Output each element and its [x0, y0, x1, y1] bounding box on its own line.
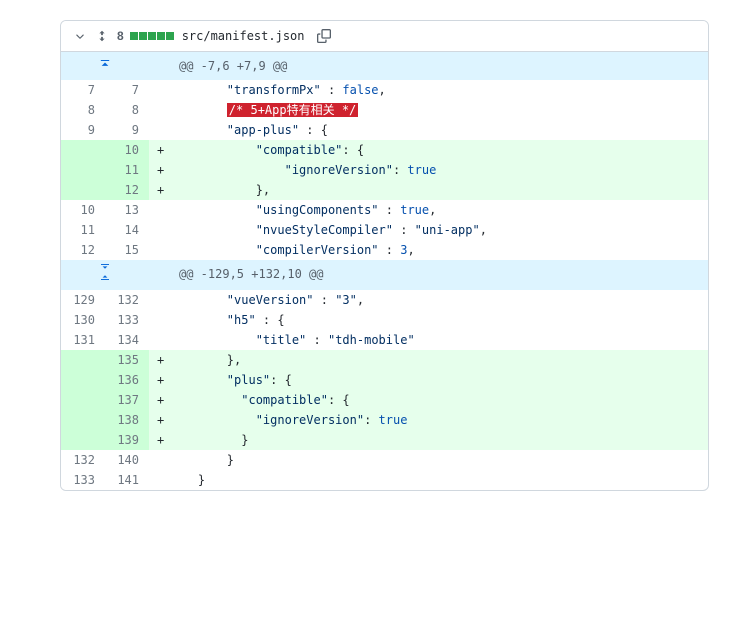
- diff-file: 8 src/manifest.json @@ -7,6 +7,9 @@ 77: [60, 20, 709, 491]
- diff-line: 77 "transformPx" : false,: [61, 80, 708, 100]
- copy-path-button[interactable]: [317, 29, 331, 43]
- hunk-header: @@ -7,6 +7,9 @@: [61, 52, 708, 80]
- diff-line: 132140 }: [61, 450, 708, 470]
- diff-line-add: 135+ },: [61, 350, 708, 370]
- collapse-toggle[interactable]: [73, 29, 87, 43]
- hunk-text: @@ -7,6 +7,9 @@: [169, 52, 708, 80]
- diff-line-add: 12+ },: [61, 180, 708, 200]
- file-path[interactable]: src/manifest.json: [182, 29, 305, 43]
- diff-line: 99 "app-plus" : {: [61, 120, 708, 140]
- diffstat: 8: [117, 29, 174, 43]
- expand-up-icon[interactable]: [61, 60, 149, 70]
- diff-line-add: 11+ "ignoreVersion": true: [61, 160, 708, 180]
- diff-line-add: 10+ "compatible": {: [61, 140, 708, 160]
- expand-all-icon[interactable]: [95, 29, 109, 43]
- diff-line: 88 /* 5+App特有相关 */: [61, 100, 708, 120]
- diff-line-add: 137+ "compatible": {: [61, 390, 708, 410]
- diff-line-add: 138+ "ignoreVersion": true: [61, 410, 708, 430]
- diff-line: 133141 }: [61, 470, 708, 490]
- additions-count: 8: [117, 29, 124, 43]
- diff-line: 1215 "compilerVersion" : 3,: [61, 240, 708, 260]
- diff-line-add: 139+ }: [61, 430, 708, 450]
- hunk-header: @@ -129,5 +132,10 @@: [61, 260, 708, 290]
- hunk-text: @@ -129,5 +132,10 @@: [169, 260, 708, 290]
- diff-line-add: 136+ "plus": {: [61, 370, 708, 390]
- diff-line: 131134 "title" : "tdh-mobile": [61, 330, 708, 350]
- expand-both-icon[interactable]: [61, 264, 149, 280]
- diff-line: 1013 "usingComponents" : true,: [61, 200, 708, 220]
- diff-line: 130133 "h5" : {: [61, 310, 708, 330]
- diff-table: @@ -7,6 +7,9 @@ 77 "transformPx" : false…: [61, 52, 708, 490]
- file-header: 8 src/manifest.json: [61, 21, 708, 52]
- diffstat-blocks: [130, 32, 174, 40]
- diff-line: 129132 "vueVersion" : "3",: [61, 290, 708, 310]
- diff-line: 1114 "nvueStyleCompiler" : "uni-app",: [61, 220, 708, 240]
